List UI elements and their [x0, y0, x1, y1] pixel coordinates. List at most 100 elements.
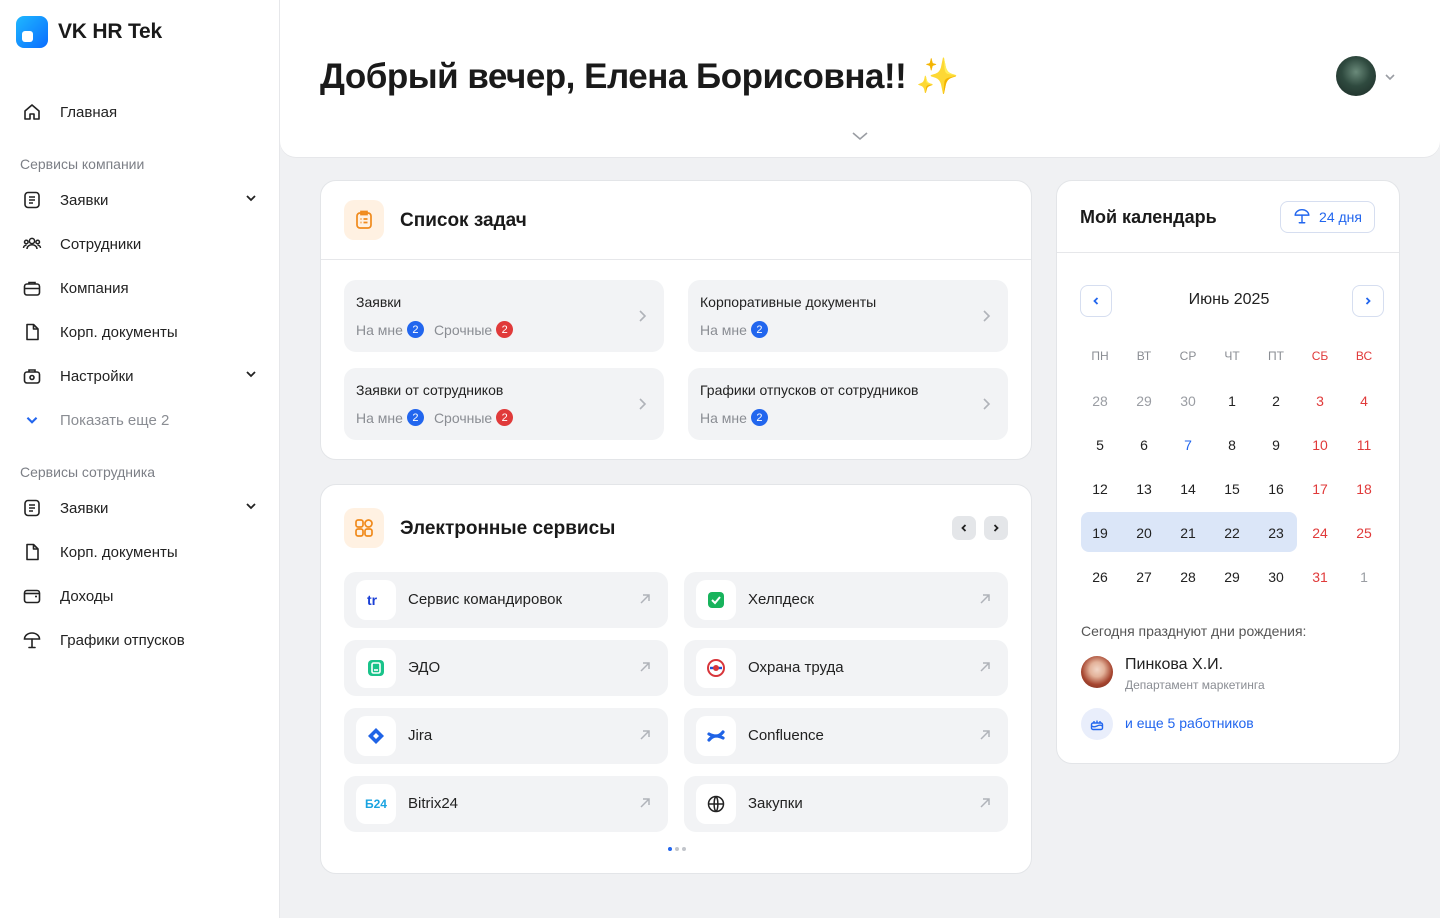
service-label: Хелпдеск: [748, 591, 814, 608]
weekday-label: СР: [1179, 349, 1197, 363]
calendar-day[interactable]: 14: [1166, 469, 1210, 509]
birthday-person-avatar[interactable]: [1081, 656, 1113, 688]
external-link-icon: [978, 660, 992, 679]
calendar-day[interactable]: 22: [1210, 513, 1254, 553]
confluence-icon: [696, 716, 736, 756]
calendar-day[interactable]: 25: [1342, 513, 1386, 553]
sidebar-item-home[interactable]: Главная: [20, 94, 260, 130]
urgent-label: Срочные: [433, 409, 493, 426]
pagination-dots[interactable]: [668, 847, 686, 851]
calendar-day[interactable]: 20: [1122, 513, 1166, 553]
app-logo[interactable]: VK HR Tek: [16, 16, 162, 48]
calendar-day[interactable]: 18: [1342, 469, 1386, 509]
app-name: VK HR Tek: [58, 20, 162, 43]
calendar-day[interactable]: 29: [1122, 381, 1166, 421]
birthday-person-name[interactable]: Пинкова Х.И.: [1125, 656, 1223, 674]
calendar-day[interactable]: 28: [1078, 381, 1122, 421]
calendar-day[interactable]: 8: [1210, 425, 1254, 465]
calendar-day[interactable]: 29: [1210, 557, 1254, 597]
chevron-down-icon[interactable]: [850, 126, 870, 151]
sidebar-item-settings[interactable]: Настройки: [20, 358, 260, 394]
service-jira[interactable]: Jira: [344, 708, 668, 764]
task-employee-requests[interactable]: Заявки от сотрудников На мне 2 Срочные 2: [344, 368, 664, 440]
chevron-down-icon: [244, 499, 258, 518]
calendar-day[interactable]: 24: [1298, 513, 1342, 553]
calendar-day[interactable]: 13: [1122, 469, 1166, 509]
services-next-button[interactable]: [984, 516, 1008, 540]
calendar-day[interactable]: 16: [1254, 469, 1298, 509]
more-birthdays-link[interactable]: и еще 5 работников: [1125, 715, 1254, 731]
calendar-day[interactable]: 3: [1298, 381, 1342, 421]
user-avatar[interactable]: [1336, 56, 1376, 96]
calendar-day[interactable]: 15: [1210, 469, 1254, 509]
show-more-label: Показать еще 2: [60, 411, 170, 429]
weekday-label: ЧТ: [1224, 349, 1240, 363]
calendar-day[interactable]: 2: [1254, 381, 1298, 421]
external-link-icon: [978, 592, 992, 611]
sidebar-item-my-requests[interactable]: Заявки: [20, 490, 260, 526]
mine-label: На мне: [700, 321, 747, 338]
service-labor-safety[interactable]: Охрана труда: [684, 640, 1008, 696]
calendar-day[interactable]: 17: [1298, 469, 1342, 509]
calendar-day[interactable]: 6: [1122, 425, 1166, 465]
service-procurement[interactable]: Закупки: [684, 776, 1008, 832]
services-prev-button[interactable]: [952, 516, 976, 540]
calendar-day[interactable]: 1: [1342, 557, 1386, 597]
calendar-day[interactable]: 27: [1122, 557, 1166, 597]
calendar-day[interactable]: 4: [1342, 381, 1386, 421]
service-confluence[interactable]: Confluence: [684, 708, 1008, 764]
urgent-count-badge: 2: [496, 409, 514, 426]
calendar-day[interactable]: 7: [1166, 425, 1210, 465]
sidebar-item-label: Компания: [60, 279, 129, 297]
section-title-company: Сервисы компании: [20, 156, 145, 172]
external-link-icon: [638, 796, 652, 815]
chevron-right-icon: [636, 308, 648, 329]
mine-count-badge: 2: [750, 409, 768, 426]
show-more-button[interactable]: Показать еще 2: [20, 402, 260, 438]
sidebar-item-my-corp-docs[interactable]: Корп. документы: [20, 534, 260, 570]
calendar-day[interactable]: 11: [1342, 425, 1386, 465]
mine-label: На мне: [356, 409, 403, 426]
page-title: Добрый вечер, Елена Борисовна!! ✨: [320, 57, 959, 96]
calendar-day[interactable]: 23: [1254, 513, 1298, 553]
sidebar-item-vacation-schedules[interactable]: Графики отпусков: [20, 622, 260, 658]
task-corp-documents[interactable]: Корпоративные документы На мне 2: [688, 280, 1008, 352]
calendar-day[interactable]: 21: [1166, 513, 1210, 553]
calendar-day[interactable]: 30: [1166, 381, 1210, 421]
calendar-day[interactable]: 26: [1078, 557, 1122, 597]
urgent-label: Срочные: [433, 321, 493, 338]
calendar-day[interactable]: 12: [1078, 469, 1122, 509]
calendar-day[interactable]: 19: [1078, 513, 1122, 553]
calendar-day[interactable]: 31: [1298, 557, 1342, 597]
calendar-day[interactable]: 5: [1078, 425, 1122, 465]
calendar-day[interactable]: 30: [1254, 557, 1298, 597]
pagination-dot[interactable]: [682, 847, 686, 851]
external-link-icon: [978, 728, 992, 747]
pagination-dot[interactable]: [675, 847, 679, 851]
task-vacation-schedules[interactable]: Графики отпусков от сотрудников На мне 2: [688, 368, 1008, 440]
sidebar-item-label: Корп. документы: [60, 323, 178, 341]
cake-icon: [1081, 708, 1113, 740]
edo-icon: [356, 648, 396, 688]
sidebar-item-income[interactable]: Доходы: [20, 578, 260, 614]
service-helpdesk[interactable]: Хелпдеск: [684, 572, 1008, 628]
sidebar-item-employees[interactable]: Сотрудники: [20, 226, 260, 262]
vacation-days-badge[interactable]: 24 дня: [1280, 201, 1375, 233]
calendar-day[interactable]: 10: [1298, 425, 1342, 465]
next-month-button[interactable]: [1352, 285, 1384, 317]
task-requests[interactable]: Заявки На мне 2 Срочные 2: [344, 280, 664, 352]
service-edo[interactable]: ЭДО: [344, 640, 668, 696]
chevron-down-icon[interactable]: [1384, 70, 1396, 88]
service-trip[interactable]: tr Сервис командировок: [344, 572, 668, 628]
service-label: Охрана труда: [748, 659, 844, 676]
calendar-day[interactable]: 9: [1254, 425, 1298, 465]
pagination-dot[interactable]: [668, 847, 672, 851]
sidebar-item-corp-docs[interactable]: Корп. документы: [20, 314, 260, 350]
calendar-day[interactable]: 1: [1210, 381, 1254, 421]
task-meta: На мне 2: [700, 409, 778, 426]
service-bitrix24[interactable]: Б24 Bitrix24: [344, 776, 668, 832]
sidebar-item-company[interactable]: Компания: [20, 270, 260, 306]
external-link-icon: [638, 728, 652, 747]
sidebar-item-requests[interactable]: Заявки: [20, 182, 260, 218]
calendar-day[interactable]: 28: [1166, 557, 1210, 597]
